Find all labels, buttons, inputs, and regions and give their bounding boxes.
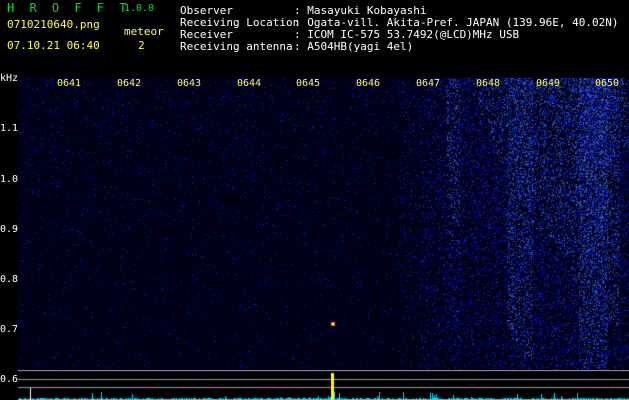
- time-tick-0643: 0643: [177, 78, 202, 89]
- y-tick-1-1: 1.1: [0, 123, 19, 134]
- time-tick-0646: 0646: [356, 78, 381, 89]
- time-tick-0649: 0649: [536, 78, 561, 89]
- station-info: Observer : Masayuki Kobayashi Receiving …: [180, 5, 619, 53]
- y-tick-0-9: 0.9: [0, 224, 19, 235]
- time-tick-0645: 0645: [296, 78, 321, 89]
- antenna-row: Receiving antenna : A504HB(yagi 4el): [180, 41, 619, 53]
- antenna-value: : A504HB(yagi 4el): [294, 40, 414, 53]
- time-tick-0641: 0641: [57, 78, 82, 89]
- app-name: H R O F F T: [7, 1, 131, 15]
- time-tick-0647: 0647: [416, 78, 441, 89]
- capture-datetime: 07.10.21 06:40: [7, 39, 100, 52]
- signal-level-panel: [18, 370, 629, 400]
- app-version: 1.0.0: [124, 3, 155, 14]
- time-tick-0642: 0642: [117, 78, 142, 89]
- y-tick-0-6: 0.6: [0, 374, 19, 385]
- y-tick-0-7: 0.7: [0, 324, 19, 335]
- time-tick-0644: 0644: [237, 78, 262, 89]
- time-tick-0650: 0650: [595, 78, 620, 89]
- spectrogram: [18, 78, 629, 370]
- time-tick-0648: 0648: [476, 78, 501, 89]
- meteor-count: 2: [138, 39, 145, 52]
- image-filename: 0710210640.png: [7, 18, 100, 31]
- y-tick-0-8: 0.8: [0, 274, 19, 285]
- y-axis-unit: kHz: [0, 73, 19, 84]
- meteor-label: meteor: [124, 25, 164, 38]
- antenna-key: Receiving antenna: [180, 40, 293, 53]
- y-tick-1-0: 1.0: [0, 174, 19, 185]
